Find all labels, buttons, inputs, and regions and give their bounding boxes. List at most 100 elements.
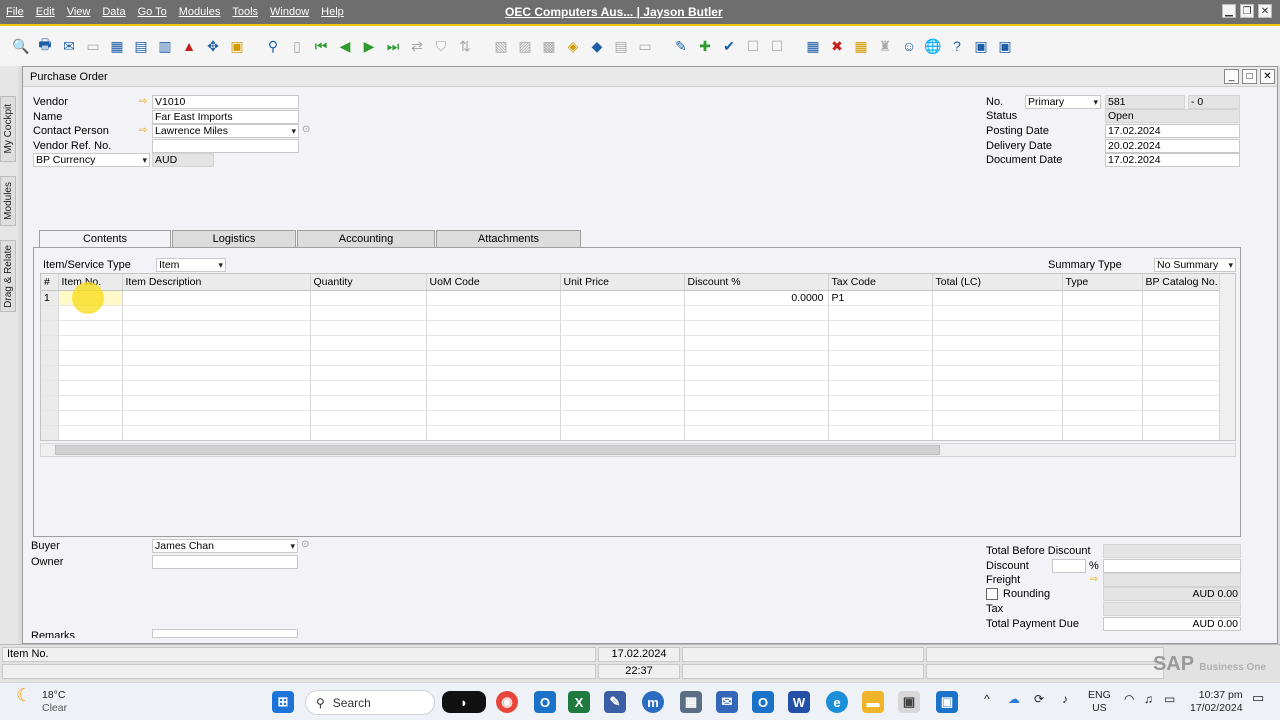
file-explorer-icon[interactable]: ▬ (862, 691, 884, 713)
bp-currency-dropdown[interactable]: BP Currency (33, 153, 150, 167)
grid-cell[interactable] (58, 335, 123, 351)
grid-cell[interactable] (1142, 410, 1222, 426)
grid-cell[interactable] (1062, 350, 1143, 366)
menu-data[interactable]: Data (96, 6, 131, 18)
grid-cell[interactable] (310, 350, 427, 366)
column-header[interactable]: Quantity (310, 274, 427, 291)
new-document-icon[interactable]: ✚ (694, 35, 716, 57)
grid-cell[interactable] (58, 350, 123, 366)
discount-percent-field[interactable] (1052, 559, 1086, 573)
payment-means-icon[interactable]: ◆ (586, 35, 608, 57)
grid-cell[interactable] (1062, 425, 1143, 440)
table-row[interactable] (41, 395, 1222, 411)
horizontal-scrollbar[interactable] (40, 443, 1236, 457)
grid-cell[interactable] (828, 365, 933, 381)
grid-cell[interactable] (1142, 365, 1222, 381)
grid-cell[interactable] (932, 380, 1063, 396)
grid-cell[interactable] (932, 335, 1063, 351)
chevron-up-icon[interactable]: ^ (984, 693, 990, 706)
onedrive-icon[interactable]: ☁ (1008, 693, 1020, 706)
chrome-icon[interactable]: ◉ (496, 691, 518, 713)
grid-cell[interactable] (684, 365, 829, 381)
find-icon[interactable]: ⚲ (262, 35, 284, 57)
microphone-icon[interactable]: ♪ (1062, 693, 1068, 706)
grid-cell[interactable] (1142, 335, 1222, 351)
notification-icon[interactable]: ▭ (1252, 691, 1264, 704)
grid-cell[interactable] (560, 350, 685, 366)
grid-cell[interactable] (560, 320, 685, 336)
menu-edit[interactable]: Edit (30, 6, 61, 18)
remarks-field[interactable] (152, 629, 298, 638)
tax-code-cell[interactable]: P1 (828, 290, 933, 306)
excel-icon[interactable]: X (568, 691, 590, 713)
base-document-icon[interactable]: ▧ (490, 35, 512, 57)
app-icon[interactable]: m (642, 691, 664, 713)
table-row[interactable] (41, 365, 1222, 381)
grid-cell[interactable] (1062, 320, 1143, 336)
grid-cell[interactable] (684, 410, 829, 426)
battery-icon[interactable]: ▭ (1164, 693, 1175, 706)
item-service-type-dropdown[interactable]: Item (156, 258, 226, 272)
message-icon[interactable]: ☐ (742, 35, 764, 57)
table-row[interactable] (41, 425, 1222, 440)
gantt-icon[interactable]: ▦ (850, 35, 872, 57)
grid-cell[interactable] (310, 410, 427, 426)
grid-cell[interactable] (560, 425, 685, 440)
gross-profit-icon[interactable]: ◈ (562, 35, 584, 57)
word-icon[interactable]: W (788, 691, 810, 713)
column-header[interactable]: BP Catalog No. (1142, 274, 1222, 291)
maximize-icon[interactable]: □ (1242, 69, 1257, 84)
grid-cell[interactable] (122, 365, 311, 381)
owner-field[interactable] (152, 555, 298, 569)
sync-icon[interactable]: ⟳ (1034, 693, 1044, 706)
calendar-cancel-icon[interactable]: ✖ (826, 35, 848, 57)
menu-window[interactable]: Window (264, 6, 315, 18)
web-icon[interactable]: 🌐 (922, 35, 944, 57)
sidebar-tab-my-cockpit[interactable]: My Cockpit (0, 96, 16, 162)
column-header[interactable]: Discount % (684, 274, 829, 291)
filter-icon[interactable]: ⛉ (430, 35, 452, 57)
grid-cell[interactable] (426, 320, 561, 336)
help-icon[interactable]: ? (946, 35, 968, 57)
lock-icon[interactable]: ▣ (226, 35, 248, 57)
grid-cell[interactable] (684, 320, 829, 336)
grid-cell[interactable] (426, 395, 561, 411)
delivery-date-field[interactable]: 20.02.2024 (1105, 139, 1240, 153)
grid-cell[interactable] (684, 380, 829, 396)
sap-app-icon[interactable]: ▣ (898, 691, 920, 713)
grid-cell[interactable] (1062, 305, 1143, 321)
grid-cell[interactable] (426, 425, 561, 440)
grid-cell[interactable] (932, 350, 1063, 366)
grid-cell[interactable] (560, 395, 685, 411)
item-description-cell[interactable] (122, 290, 311, 306)
table-row[interactable] (41, 350, 1222, 366)
grid-cell[interactable] (1062, 395, 1143, 411)
grid-cell[interactable] (310, 395, 427, 411)
alert-icon[interactable]: ☐ (766, 35, 788, 57)
link-arrow-icon[interactable]: ⇨ (139, 125, 147, 136)
menu-file[interactable]: File (0, 6, 30, 18)
grid-cell[interactable] (1142, 320, 1222, 336)
refresh-icon[interactable]: ⇄ (406, 35, 428, 57)
sidebar-tab-drag-relate[interactable]: Drag & Relate (0, 240, 16, 312)
game-app-icon[interactable]: ◗ (442, 691, 486, 713)
grid-cell[interactable] (828, 335, 933, 351)
grid-cell[interactable] (310, 305, 427, 321)
close-icon[interactable]: ✕ (1258, 4, 1272, 18)
column-header[interactable]: Item No. (58, 274, 123, 291)
grid-cell[interactable] (684, 350, 829, 366)
structure-icon[interactable]: ♜ (874, 35, 896, 57)
discount-cell[interactable]: 0.0000 (684, 290, 829, 306)
table-row[interactable] (41, 320, 1222, 336)
menu-goto[interactable]: Go To (132, 6, 173, 18)
grid-cell[interactable] (684, 305, 829, 321)
word-icon[interactable]: ▥ (154, 35, 176, 57)
language-indicator[interactable]: ENG US (1088, 689, 1111, 715)
grid-cell[interactable] (1062, 335, 1143, 351)
restore-icon[interactable]: ❐ (1240, 4, 1254, 18)
user-icon[interactable]: ☺ (898, 35, 920, 57)
tab-attachments[interactable]: Attachments (436, 230, 581, 248)
menu-help[interactable]: Help (315, 6, 350, 18)
item-no-cell[interactable] (58, 290, 123, 306)
wifi-icon[interactable]: ◠ (1124, 693, 1134, 706)
